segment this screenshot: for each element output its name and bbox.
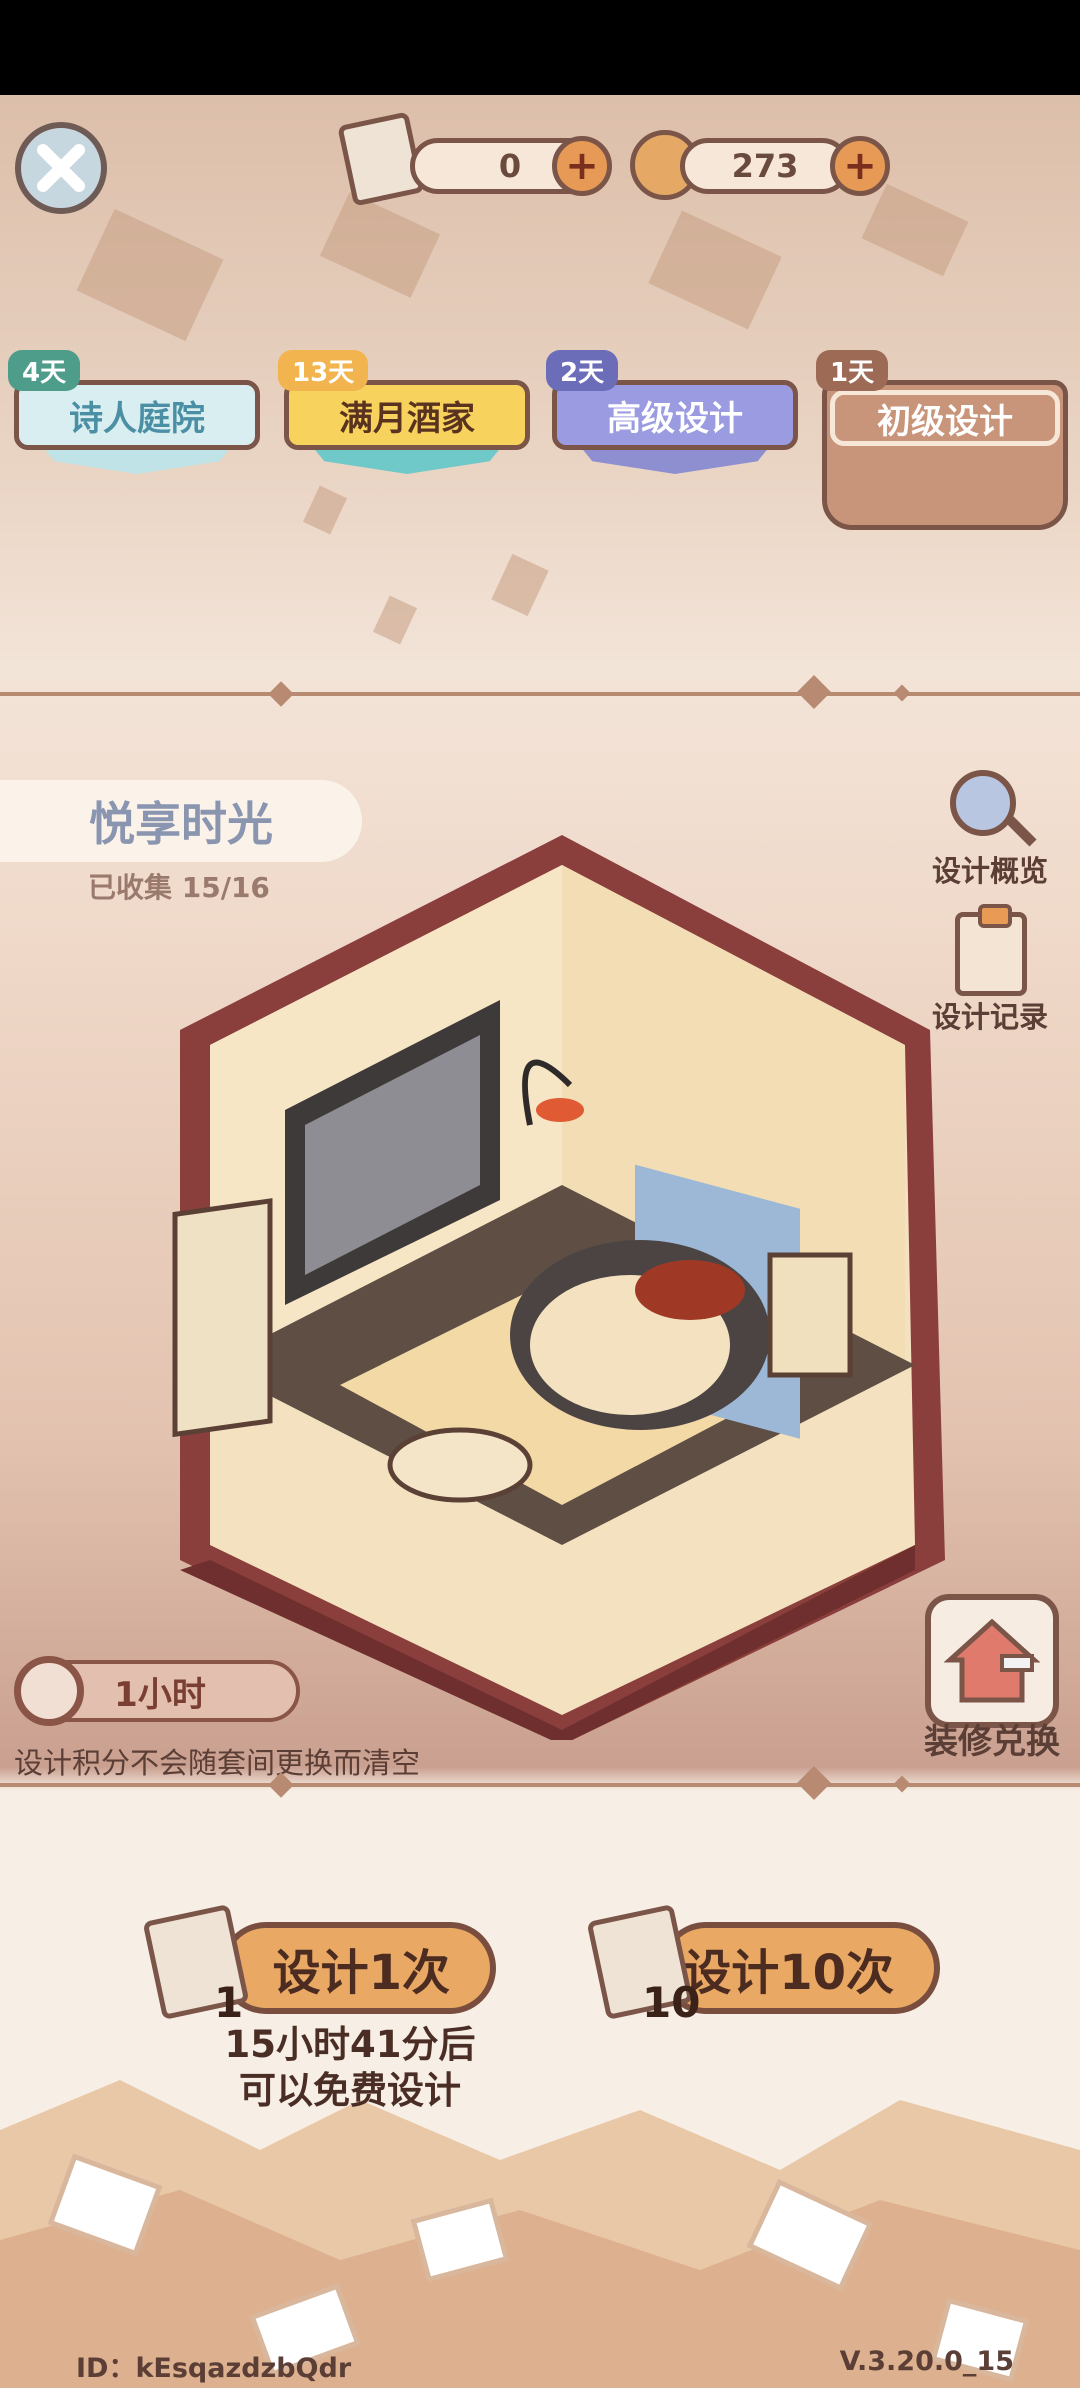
close-button[interactable] <box>15 122 107 214</box>
divider-ornament <box>797 675 831 709</box>
free-countdown-line2: 可以免费设计 <box>239 2069 461 2112</box>
user-id: ID：kEsqazdzbQdr <box>76 2353 352 2384</box>
divider-ornament <box>893 684 911 702</box>
divider-ornament <box>893 1775 911 1793</box>
magnifier-handle <box>1005 815 1037 847</box>
design-ten-cost: 10 <box>642 1978 701 2027</box>
tab-basic-design[interactable]: 初级设计 1天 <box>816 350 1068 540</box>
house-paint-roller-icon <box>944 1618 1040 1703</box>
close-icon <box>37 144 85 192</box>
design-ten-label: 设计10次 <box>683 1945 894 2001</box>
game-screen: 0 + 273 + 诗人庭院 4天 满月酒家 13天 高级设计 2天 初级设计 … <box>0 0 1080 2388</box>
design-ten-button[interactable]: 设计10次 <box>660 1922 940 2014</box>
tab-poet-courtyard[interactable]: 诗人庭院 4天 <box>8 350 260 480</box>
clipboard-clip <box>978 904 1012 928</box>
decor-shard <box>372 595 418 645</box>
decor-shard <box>648 210 782 330</box>
design-once-label: 设计1次 <box>272 1945 450 2001</box>
divider-ornament <box>268 681 294 707</box>
renovation-exchange-label[interactable]: 装修兑换 <box>912 1714 1072 1763</box>
status-bar <box>0 0 1080 95</box>
free-design-countdown: 15小时41分后 可以免费设计 <box>200 2022 500 2114</box>
tab-days-badge: 13天 <box>278 350 369 391</box>
tab-days-badge: 4天 <box>8 350 81 391</box>
design-once-button[interactable]: 设计1次 <box>220 1922 496 2014</box>
add-coins-button[interactable]: + <box>830 136 890 196</box>
tab-days-badge: 1天 <box>816 350 889 391</box>
decor-background <box>0 2080 1080 2388</box>
divider-ornament <box>797 1766 831 1800</box>
tab-full-moon-tavern[interactable]: 满月酒家 13天 <box>278 350 530 480</box>
timer-label: 1小时 <box>114 1674 206 1715</box>
tab-label: 初级设计 <box>830 390 1060 446</box>
decor-shard <box>861 183 969 277</box>
section-divider <box>0 1783 1080 1787</box>
magnifier-icon[interactable] <box>950 770 1016 836</box>
section-divider <box>0 692 1080 696</box>
add-scrolls-button[interactable]: + <box>552 136 612 196</box>
room-illustration <box>172 835 945 1740</box>
clock-icon <box>14 1656 84 1726</box>
decor-shard <box>302 485 348 535</box>
tab-advanced-design[interactable]: 高级设计 2天 <box>546 350 798 480</box>
decor-shard <box>491 553 549 617</box>
notice-text: 设计积分不会随套间更换而清空 <box>14 1746 421 1780</box>
decor-shard <box>319 192 441 298</box>
free-countdown-line1: 15小时41分后 <box>224 2023 476 2066</box>
design-once-cost: 1 <box>214 1978 244 2027</box>
coin-count: 273 <box>680 138 850 194</box>
tab-days-badge: 2天 <box>546 350 619 391</box>
version-text: V.3.20.0_15 <box>839 2346 1014 2377</box>
decor-shard <box>76 208 224 342</box>
renovation-exchange-button[interactable] <box>925 1594 1059 1728</box>
